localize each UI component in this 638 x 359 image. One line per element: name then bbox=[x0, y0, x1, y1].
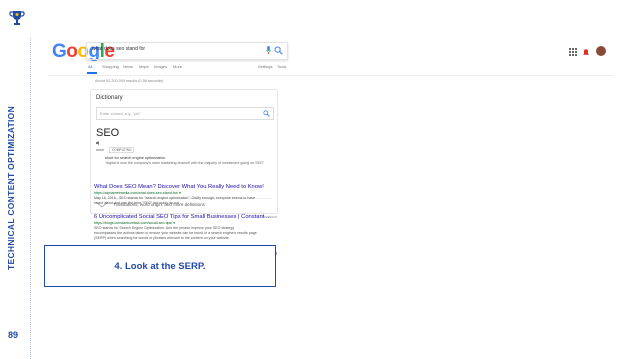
logo-letter: o bbox=[66, 41, 78, 62]
slide-sidebar: TECHNICAL CONTENT OPTIMIZATION 89 bbox=[0, 0, 34, 359]
microphone-icon[interactable] bbox=[266, 46, 271, 55]
active-tab-indicator bbox=[87, 72, 97, 74]
tab-images[interactable]: Images bbox=[154, 64, 167, 69]
trophy-icon bbox=[9, 11, 25, 25]
result-url[interactable]: https://alphametmedia.com/what-does-seo-… bbox=[94, 191, 319, 195]
google-header: Google what does seo stand for All Shopp… bbox=[48, 37, 613, 76]
search-input[interactable]: what does seo stand for bbox=[86, 42, 288, 60]
notifications-icon[interactable] bbox=[583, 48, 589, 56]
search-result: 6 Uncomplicated Social SEO Tips for Smal… bbox=[94, 214, 319, 240]
speaker-icon[interactable] bbox=[96, 141, 101, 145]
settings-link[interactable]: Settings bbox=[258, 64, 272, 69]
page-number: 89 bbox=[8, 330, 19, 340]
dictionary-heading: Dictionary bbox=[96, 95, 123, 101]
tools-link[interactable]: Tools bbox=[277, 64, 286, 69]
result-url[interactable]: https://blogs.constantcontact.com/social… bbox=[94, 221, 319, 225]
result-snippet-line: heard about and use the term "SEO" but m… bbox=[94, 200, 184, 205]
dictionary-placeholder: Enter a word, e.g. "pie" bbox=[100, 111, 141, 116]
dictionary-word: SEO bbox=[96, 127, 120, 139]
avatar[interactable] bbox=[596, 46, 606, 56]
result-title[interactable]: 6 Uncomplicated Social SEO Tips for Smal… bbox=[94, 214, 319, 220]
domain-badge: COMPUTING bbox=[109, 147, 135, 153]
result-snippet-line: (SERP) when searching for words or phras… bbox=[94, 235, 230, 240]
dictionary-input[interactable]: Enter a word, e.g. "pie" bbox=[96, 107, 274, 120]
definition: short for search engine optimization. bbox=[105, 156, 167, 160]
search-icon[interactable] bbox=[263, 110, 270, 117]
section-title: TECHNICAL CONTENT OPTIMIZATION bbox=[6, 105, 16, 270]
search-icon[interactable] bbox=[274, 46, 283, 55]
logo-letter: G bbox=[52, 41, 67, 62]
search-result: What Does SEO Mean? Discover What You Re… bbox=[94, 184, 319, 206]
tab-all[interactable]: All bbox=[88, 64, 92, 69]
example-sentence: "digital is now the company's main marke… bbox=[105, 161, 265, 165]
callout-text: 4. Look at the SERP. bbox=[114, 261, 206, 272]
callout-box: 4. Look at the SERP. bbox=[44, 245, 276, 287]
tab-more[interactable]: More bbox=[173, 64, 182, 69]
part-of-speech: noun bbox=[96, 148, 104, 152]
result-title[interactable]: What Does SEO Mean? Discover What You Re… bbox=[94, 184, 319, 190]
search-query: what does seo stand for bbox=[92, 46, 146, 52]
apps-grid-icon[interactable] bbox=[569, 48, 577, 56]
tab-news[interactable]: News bbox=[123, 64, 133, 69]
tab-shopping[interactable]: Shopping bbox=[102, 64, 119, 69]
serp-screenshot: Google what does seo stand for All Shopp… bbox=[48, 37, 613, 359]
result-stats: About 52,200,000 results (0.58 seconds) bbox=[95, 79, 164, 83]
divider bbox=[30, 38, 31, 359]
tab-maps[interactable]: Maps bbox=[139, 64, 149, 69]
